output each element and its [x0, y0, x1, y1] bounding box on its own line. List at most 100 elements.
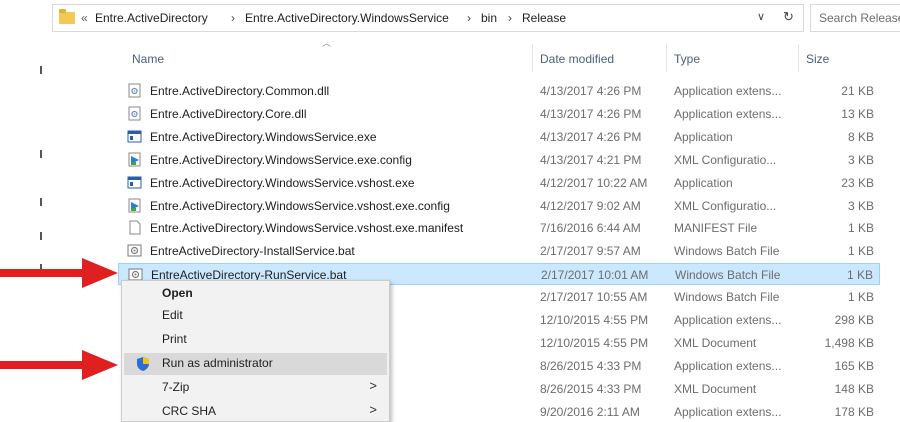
config-icon: [127, 198, 142, 213]
file-date-modified: 2/17/2017 9:57 AM: [540, 244, 641, 259]
file-type: Windows Batch File: [674, 244, 780, 259]
file-type: Application: [674, 175, 733, 190]
file-type: Windows Batch File: [674, 290, 780, 305]
breadcrumb-separator[interactable]: ›: [467, 11, 471, 25]
file-row[interactable]: Entre.ActiveDirectory.WindowsService.vsh…: [118, 195, 880, 217]
search-box[interactable]: [810, 4, 900, 32]
refresh-icon[interactable]: ↻: [783, 9, 794, 25]
edge-mark: [40, 66, 42, 74]
breadcrumb-windowsservice[interactable]: Entre.ActiveDirectory.WindowsService: [245, 11, 449, 25]
breadcrumb-overflow[interactable]: «: [81, 11, 88, 25]
file-row[interactable]: EntreActiveDirectory-InstallService.bat 2…: [118, 240, 880, 262]
file-row[interactable]: Entre.ActiveDirectory.Common.dll 4/13/201…: [118, 80, 880, 102]
column-divider[interactable]: [798, 44, 799, 72]
dll-icon: [127, 83, 142, 98]
file-name: Entre.ActiveDirectory.WindowsService.exe…: [150, 152, 412, 167]
address-bar[interactable]: « Entre.ActiveDirectory › Entre.ActiveDi…: [52, 4, 804, 32]
file-date-modified: 8/26/2015 4:33 PM: [540, 358, 642, 373]
file-type: XML Document: [674, 335, 757, 350]
edge-mark: [40, 198, 42, 206]
column-divider[interactable]: [666, 44, 667, 72]
file-name: Entre.ActiveDirectory.WindowsService.exe: [150, 129, 377, 144]
edge-mark: [40, 232, 42, 240]
file-name: Entre.ActiveDirectory.WindowsService.vsh…: [150, 175, 415, 190]
file-size: 3 KB: [847, 198, 874, 213]
file-date-modified: 2/17/2017 10:55 AM: [540, 290, 648, 305]
sort-ascending-icon: ︿: [322, 38, 332, 48]
file-date-modified: 2/17/2017 10:01 AM: [541, 268, 649, 283]
file-size: 298 KB: [834, 313, 874, 327]
file-size: 8 KB: [847, 129, 874, 144]
file-size: 13 KB: [841, 106, 874, 121]
context-menu-edit[interactable]: Edit: [124, 305, 387, 327]
file-row[interactable]: Entre.ActiveDirectory.Core.dll 4/13/2017 …: [118, 103, 880, 125]
red-arrow-icon: [0, 258, 118, 288]
file-date-modified: 9/20/2016 2:11 AM: [540, 404, 640, 419]
address-history-dropdown[interactable]: ∨: [757, 10, 765, 23]
context-menu-label: 7-Zip: [162, 380, 190, 394]
context-menu-label: CRC SHA: [162, 404, 217, 418]
submenu-arrow-icon: >: [369, 402, 377, 417]
column-divider[interactable]: [532, 44, 533, 72]
breadcrumb-bin[interactable]: bin: [481, 11, 497, 25]
file-type: MANIFEST File: [674, 221, 758, 236]
file-size: 165 KB: [834, 358, 874, 373]
file-type: Application: [674, 129, 733, 144]
file-size: 3 KB: [847, 152, 874, 167]
file-date-modified: 4/12/2017 10:22 AM: [540, 175, 648, 190]
edge-mark: [40, 150, 42, 158]
blank-file-icon: [127, 220, 142, 235]
file-date-modified: 4/12/2017 9:02 AM: [540, 198, 641, 213]
context-menu: Open Edit Print Run as administrator 7-Z…: [121, 280, 390, 422]
column-header-size[interactable]: Size: [806, 52, 829, 66]
context-menu-print[interactable]: Print: [124, 329, 387, 351]
search-input[interactable]: [811, 5, 900, 31]
submenu-arrow-icon: >: [369, 378, 377, 393]
file-type: Application extens...: [674, 404, 782, 419]
file-name: Entre.ActiveDirectory.WindowsService.vsh…: [150, 198, 450, 213]
file-size: 1 KB: [846, 268, 873, 283]
context-menu-7zip[interactable]: 7-Zip >: [124, 377, 387, 399]
context-menu-label: Print: [162, 332, 187, 346]
context-menu-crc-sha[interactable]: CRC SHA >: [124, 401, 387, 422]
file-row[interactable]: Entre.ActiveDirectory.WindowsService.vsh…: [118, 172, 880, 194]
file-date-modified: 7/16/2016 6:44 AM: [540, 221, 641, 236]
file-name: Entre.ActiveDirectory.Core.dll: [150, 106, 307, 121]
context-menu-run-as-administrator[interactable]: Run as administrator: [124, 353, 387, 375]
file-row[interactable]: Entre.ActiveDirectory.WindowsService.exe…: [118, 149, 880, 171]
file-date-modified: 4/13/2017 4:21 PM: [540, 152, 642, 167]
file-type: Windows Batch File: [675, 268, 781, 283]
exe-icon: [127, 175, 142, 190]
file-type: XML Configuratio...: [674, 198, 777, 213]
file-name: Entre.ActiveDirectory.Common.dll: [150, 84, 330, 98]
file-date-modified: 4/13/2017 4:26 PM: [540, 106, 642, 121]
column-header-type[interactable]: Type: [674, 52, 700, 66]
folder-icon: [59, 9, 75, 24]
file-date-modified: 12/10/2015 4:55 PM: [540, 313, 649, 327]
context-menu-open[interactable]: Open: [124, 283, 387, 305]
breadcrumb-separator[interactable]: ›: [231, 11, 235, 25]
uac-shield-icon: [137, 357, 149, 371]
file-type: Application extens...: [674, 84, 782, 98]
dll-icon: [127, 106, 142, 121]
file-name: EntreActiveDirectory-InstallService.bat: [150, 244, 355, 259]
file-size: 1 KB: [847, 244, 874, 259]
file-size: 1 KB: [847, 221, 874, 236]
file-size: 178 KB: [834, 404, 874, 419]
column-header-name[interactable]: Name: [132, 52, 164, 66]
breadcrumb-release[interactable]: Release: [522, 11, 566, 25]
breadcrumb-separator[interactable]: ›: [508, 11, 512, 25]
file-row[interactable]: Entre.ActiveDirectory.WindowsService.exe…: [118, 126, 880, 148]
file-size: 148 KB: [834, 381, 874, 396]
bat-icon: [127, 243, 142, 258]
file-row[interactable]: Entre.ActiveDirectory.WindowsService.vsh…: [118, 217, 880, 239]
exe-icon: [127, 129, 142, 144]
file-type: Application extens...: [674, 106, 782, 121]
context-menu-label: Run as administrator: [162, 356, 273, 370]
column-header-date-modified[interactable]: Date modified: [540, 52, 614, 66]
breadcrumb-entre-activedirectory[interactable]: Entre.ActiveDirectory: [95, 11, 208, 25]
file-date-modified: 4/13/2017 4:26 PM: [540, 84, 642, 98]
file-type: Application extens...: [674, 358, 782, 373]
file-size: 1,498 KB: [824, 335, 874, 350]
file-size: 23 KB: [841, 175, 874, 190]
